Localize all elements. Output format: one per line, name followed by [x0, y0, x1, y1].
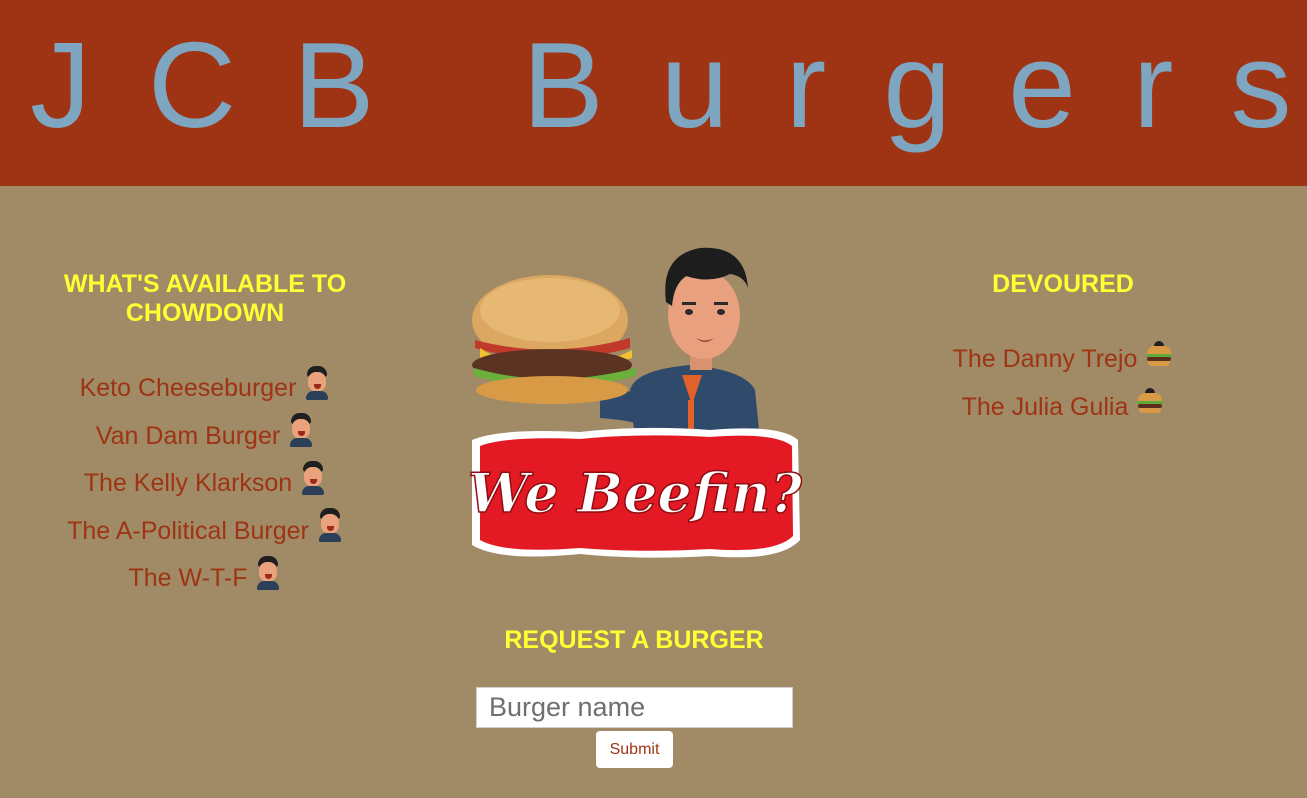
available-burger-item[interactable]: Keto Cheeseburger — [0, 365, 410, 413]
request-heading: REQUEST A BURGER — [504, 626, 764, 654]
burger-name: Van Dam Burger — [95, 421, 281, 450]
site-header: JCB Burgers — [0, 0, 1307, 186]
mascot-logo: We Beefin? — [460, 240, 810, 570]
devoured-burger-item: The Danny Trejo — [858, 336, 1268, 384]
devoured-burger-item: The Julia Gulia — [858, 384, 1268, 432]
mascot-banner-text: We Beefin? — [468, 461, 803, 525]
available-burger-list: Keto Cheeseburger Van Dam Burger The Kel… — [0, 365, 410, 603]
burger-icon — [1136, 388, 1164, 414]
burger-name: The W-T-F — [128, 564, 248, 593]
devoured-heading: DEVOURED — [992, 270, 1134, 298]
mascot-illustration: We Beefin? — [467, 247, 804, 558]
burger-icon — [1145, 340, 1173, 367]
submit-button[interactable]: Submit — [596, 731, 673, 768]
burger-name: The Kelly Klarkson — [83, 469, 293, 498]
available-burger-item[interactable]: Van Dam Burger — [0, 413, 410, 461]
devour-face-icon[interactable] — [255, 555, 281, 590]
available-heading: WHAT'S AVAILABLE TO CHOWDOWN — [63, 270, 347, 327]
burger-name: The Danny Trejo — [952, 345, 1138, 374]
devoured-burger-list: The Danny Trejo The Julia Gulia — [858, 336, 1268, 431]
devour-face-icon[interactable] — [288, 413, 314, 448]
available-burger-item[interactable]: The Kelly Klarkson — [0, 460, 410, 508]
burger-name: Keto Cheeseburger — [79, 374, 297, 403]
burger-name: The Julia Gulia — [961, 392, 1129, 421]
devour-face-icon[interactable] — [300, 460, 326, 495]
available-burger-item[interactable]: The A-Political Burger — [0, 508, 410, 556]
available-burger-item[interactable]: The W-T-F — [0, 555, 410, 603]
burger-name-input[interactable] — [476, 687, 793, 728]
burger-name: The A-Political Burger — [67, 516, 309, 545]
devour-face-icon[interactable] — [317, 508, 343, 543]
site-title: JCB Burgers — [30, 17, 1307, 153]
devour-face-icon[interactable] — [304, 365, 330, 400]
